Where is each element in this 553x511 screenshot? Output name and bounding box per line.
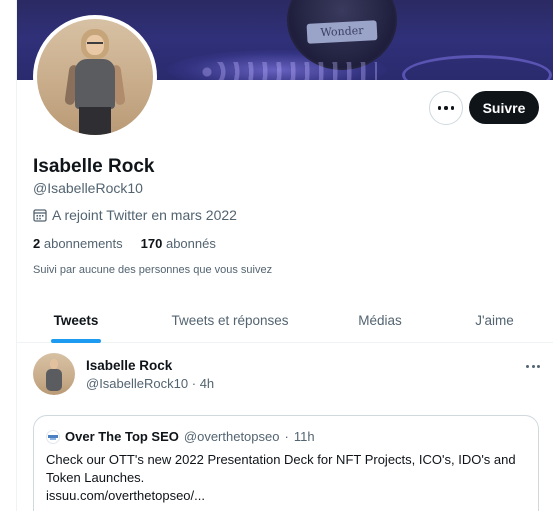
tab-label: Tweets [53, 312, 99, 328]
profile-avatar[interactable] [33, 15, 157, 139]
quoted-author-name: Over The Top SEO [65, 429, 179, 444]
tweet-author-handle[interactable]: @IsabelleRock10 [86, 376, 188, 391]
tab-media[interactable]: Médias [325, 297, 435, 343]
following-link[interactable]: 2 abonnements [33, 236, 123, 251]
following-count: 2 [33, 236, 41, 251]
following-label: abonnements [43, 236, 123, 251]
followers-count: 170 [140, 236, 163, 251]
tab-tweets-replies[interactable]: Tweets et réponses [135, 297, 325, 343]
tweet-more-button[interactable] [522, 361, 544, 372]
quoted-tweet-header: Over The Top SEO @overthetopseo · 11h [46, 429, 315, 444]
more-options-button[interactable] [429, 91, 463, 125]
quoted-tweet-body: Check our OTT's new 2022 Presentation De… [46, 451, 526, 505]
tab-label: Tweets et réponses [171, 312, 289, 328]
joined-date: A rejoint Twitter en mars 2022 [33, 207, 237, 223]
meta-separator: · [284, 429, 289, 444]
tab-label: Médias [358, 312, 402, 328]
banner-plaque-sign: Wonder [306, 20, 378, 44]
followers-label: abonnés [165, 236, 216, 251]
profile-name: Isabelle Rock [33, 156, 155, 177]
quoted-author-logo-icon [46, 429, 60, 444]
tweet-time[interactable]: 4h [200, 376, 214, 391]
left-gutter [0, 0, 16, 511]
meta-separator: · [191, 376, 197, 391]
profile-tabs: Tweets Tweets et réponses Médias J'aime [17, 297, 553, 343]
tweet-meta: @IsabelleRock10 · 4h [86, 376, 214, 391]
followers-link[interactable]: 170 abonnés [141, 236, 216, 251]
tab-likes[interactable]: J'aime [435, 297, 553, 343]
more-horizontal-icon [526, 365, 529, 368]
banner-ring [402, 55, 552, 80]
joined-text: A rejoint Twitter en mars 2022 [52, 207, 237, 223]
quoted-tweet-link[interactable]: issuu.com/overthetopseo/... [46, 487, 526, 505]
followed-by-text: Suivi par aucune des personnes que vous … [33, 264, 273, 276]
profile-column: Wonder Suivre Isabelle Rock @IsabelleRoc… [16, 0, 553, 511]
tab-tweets[interactable]: Tweets [17, 297, 135, 343]
tweet[interactable]: Isabelle Rock @IsabelleRock10 · 4h Over … [17, 344, 553, 511]
follow-button[interactable]: Suivre [469, 91, 539, 124]
tweet-author-name[interactable]: Isabelle Rock [86, 358, 172, 373]
tab-label: J'aime [475, 312, 514, 328]
calendar-icon [33, 209, 47, 222]
active-tab-indicator [51, 339, 101, 343]
more-horizontal-icon [437, 106, 455, 110]
quoted-author-handle: @overthetopseo [183, 429, 280, 444]
quoted-tweet-text: Check our OTT's new 2022 Presentation De… [46, 452, 516, 485]
banner-lights [197, 62, 377, 80]
profile-handle: @IsabelleRock10 [33, 180, 143, 196]
tweet-author-avatar[interactable] [33, 353, 75, 395]
avatar-photo [37, 19, 153, 135]
quoted-tweet-time: 11h [293, 429, 315, 444]
follow-stats: 2 abonnements 170 abonnés [33, 236, 216, 251]
quoted-tweet[interactable]: Over The Top SEO @overthetopseo · 11h Ch… [33, 415, 539, 511]
